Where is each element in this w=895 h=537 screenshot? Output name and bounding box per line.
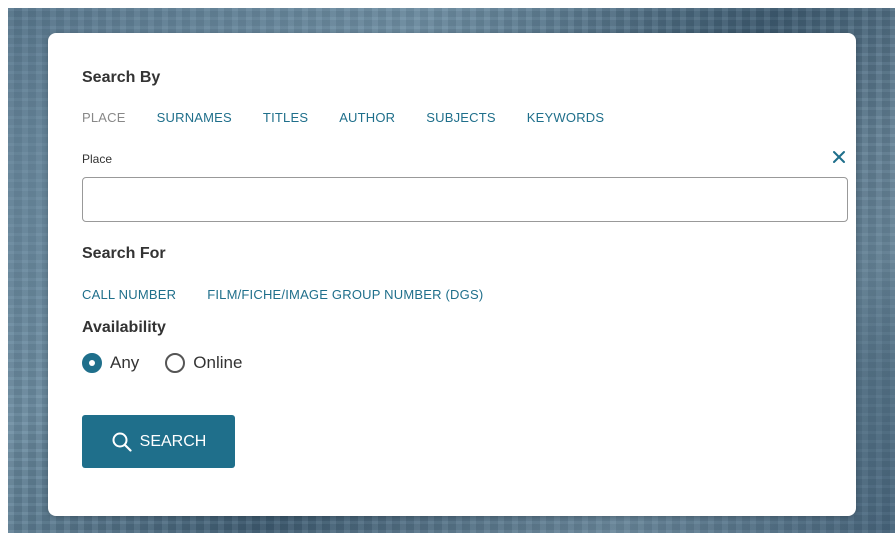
tab-keywords[interactable]: KEYWORDS (527, 110, 604, 125)
tab-titles[interactable]: TITLES (263, 110, 308, 125)
search-for-heading: Search For (82, 245, 166, 262)
search-by-tabs: PLACE SURNAMES TITLES AUTHOR SUBJECTS KE… (82, 110, 635, 125)
availability-online-option[interactable]: Online (165, 353, 242, 373)
availability-heading: Availability (82, 319, 166, 336)
search-for-options: CALL NUMBER FILM/FICHE/IMAGE GROUP NUMBE… (82, 287, 514, 302)
place-input[interactable] (82, 177, 848, 222)
close-icon (833, 151, 845, 163)
search-icon (112, 432, 132, 452)
clear-place-button[interactable] (831, 149, 847, 165)
search-button-label: SEARCH (139, 432, 207, 450)
place-field-label: Place (82, 152, 113, 166)
tab-place[interactable]: PLACE (82, 110, 126, 125)
availability-any-option[interactable]: Any (82, 353, 139, 373)
page: Search By PLACE SURNAMES TITLES AUTHOR S… (0, 0, 895, 537)
radio-any[interactable] (82, 353, 102, 373)
availability-online-label: Online (193, 353, 243, 372)
radio-online[interactable] (165, 353, 186, 373)
call-number-link[interactable]: CALL NUMBER (82, 287, 176, 302)
tab-surnames[interactable]: SURNAMES (157, 110, 232, 125)
availability-options: Any Online (82, 353, 268, 373)
tab-subjects[interactable]: SUBJECTS (426, 110, 496, 125)
search-card: Search By PLACE SURNAMES TITLES AUTHOR S… (48, 33, 856, 516)
film-fiche-image-group-number-link[interactable]: FILM/FICHE/IMAGE GROUP NUMBER (DGS) (207, 287, 483, 302)
search-by-heading: Search By (82, 69, 161, 86)
search-button[interactable]: SEARCH (82, 415, 235, 468)
tab-author[interactable]: AUTHOR (339, 110, 395, 125)
availability-any-label: Any (110, 353, 140, 372)
